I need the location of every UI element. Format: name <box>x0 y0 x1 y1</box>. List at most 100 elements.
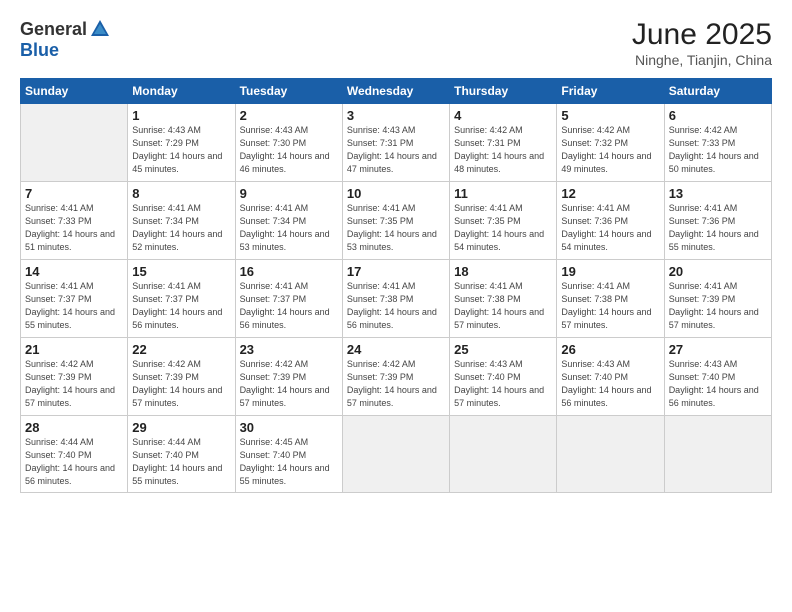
day-info: Sunrise: 4:43 AMSunset: 7:40 PMDaylight:… <box>561 358 659 410</box>
day-info: Sunrise: 4:44 AMSunset: 7:40 PMDaylight:… <box>132 436 230 488</box>
day-info: Sunrise: 4:44 AMSunset: 7:40 PMDaylight:… <box>25 436 123 488</box>
day-number: 22 <box>132 342 230 357</box>
week-row-1: 7Sunrise: 4:41 AMSunset: 7:33 PMDaylight… <box>21 182 772 260</box>
day-number: 7 <box>25 186 123 201</box>
month-year: June 2025 <box>632 18 772 52</box>
logo-icon <box>89 18 111 40</box>
week-row-0: 1Sunrise: 4:43 AMSunset: 7:29 PMDaylight… <box>21 104 772 182</box>
header-row: SundayMondayTuesdayWednesdayThursdayFrid… <box>21 79 772 104</box>
calendar-cell: 6Sunrise: 4:42 AMSunset: 7:33 PMDaylight… <box>664 104 771 182</box>
logo: General Blue <box>20 18 111 61</box>
day-number: 27 <box>669 342 767 357</box>
day-number: 1 <box>132 108 230 123</box>
calendar-cell: 26Sunrise: 4:43 AMSunset: 7:40 PMDayligh… <box>557 338 664 416</box>
day-number: 11 <box>454 186 552 201</box>
calendar-cell: 7Sunrise: 4:41 AMSunset: 7:33 PMDaylight… <box>21 182 128 260</box>
calendar-cell <box>664 416 771 493</box>
col-header-saturday: Saturday <box>664 79 771 104</box>
day-info: Sunrise: 4:43 AMSunset: 7:40 PMDaylight:… <box>669 358 767 410</box>
page: General Blue June 2025 Ninghe, Tianjin, … <box>0 0 792 612</box>
day-info: Sunrise: 4:43 AMSunset: 7:29 PMDaylight:… <box>132 124 230 176</box>
calendar-table: SundayMondayTuesdayWednesdayThursdayFrid… <box>20 78 772 493</box>
calendar-cell: 21Sunrise: 4:42 AMSunset: 7:39 PMDayligh… <box>21 338 128 416</box>
day-number: 23 <box>240 342 338 357</box>
logo-general-text: General <box>20 19 87 40</box>
day-number: 6 <box>669 108 767 123</box>
calendar-cell: 9Sunrise: 4:41 AMSunset: 7:34 PMDaylight… <box>235 182 342 260</box>
day-info: Sunrise: 4:41 AMSunset: 7:38 PMDaylight:… <box>454 280 552 332</box>
day-number: 2 <box>240 108 338 123</box>
day-number: 15 <box>132 264 230 279</box>
day-info: Sunrise: 4:41 AMSunset: 7:36 PMDaylight:… <box>669 202 767 254</box>
day-number: 14 <box>25 264 123 279</box>
day-info: Sunrise: 4:42 AMSunset: 7:39 PMDaylight:… <box>132 358 230 410</box>
week-row-2: 14Sunrise: 4:41 AMSunset: 7:37 PMDayligh… <box>21 260 772 338</box>
col-header-friday: Friday <box>557 79 664 104</box>
calendar-cell: 8Sunrise: 4:41 AMSunset: 7:34 PMDaylight… <box>128 182 235 260</box>
day-number: 26 <box>561 342 659 357</box>
col-header-thursday: Thursday <box>450 79 557 104</box>
calendar-cell: 4Sunrise: 4:42 AMSunset: 7:31 PMDaylight… <box>450 104 557 182</box>
calendar-cell <box>21 104 128 182</box>
day-info: Sunrise: 4:41 AMSunset: 7:33 PMDaylight:… <box>25 202 123 254</box>
day-info: Sunrise: 4:41 AMSunset: 7:34 PMDaylight:… <box>240 202 338 254</box>
day-info: Sunrise: 4:42 AMSunset: 7:31 PMDaylight:… <box>454 124 552 176</box>
day-number: 21 <box>25 342 123 357</box>
calendar-cell: 24Sunrise: 4:42 AMSunset: 7:39 PMDayligh… <box>342 338 449 416</box>
calendar-cell: 2Sunrise: 4:43 AMSunset: 7:30 PMDaylight… <box>235 104 342 182</box>
logo-blue-text: Blue <box>20 40 59 61</box>
calendar-cell: 19Sunrise: 4:41 AMSunset: 7:38 PMDayligh… <box>557 260 664 338</box>
day-info: Sunrise: 4:41 AMSunset: 7:34 PMDaylight:… <box>132 202 230 254</box>
day-number: 12 <box>561 186 659 201</box>
calendar-cell <box>557 416 664 493</box>
col-header-sunday: Sunday <box>21 79 128 104</box>
day-info: Sunrise: 4:41 AMSunset: 7:37 PMDaylight:… <box>240 280 338 332</box>
day-number: 8 <box>132 186 230 201</box>
day-number: 13 <box>669 186 767 201</box>
calendar-cell: 3Sunrise: 4:43 AMSunset: 7:31 PMDaylight… <box>342 104 449 182</box>
calendar-cell: 5Sunrise: 4:42 AMSunset: 7:32 PMDaylight… <box>557 104 664 182</box>
day-info: Sunrise: 4:41 AMSunset: 7:39 PMDaylight:… <box>669 280 767 332</box>
day-number: 29 <box>132 420 230 435</box>
day-number: 24 <box>347 342 445 357</box>
calendar-cell: 12Sunrise: 4:41 AMSunset: 7:36 PMDayligh… <box>557 182 664 260</box>
day-info: Sunrise: 4:41 AMSunset: 7:38 PMDaylight:… <box>561 280 659 332</box>
calendar-cell <box>342 416 449 493</box>
day-number: 25 <box>454 342 552 357</box>
calendar-cell: 20Sunrise: 4:41 AMSunset: 7:39 PMDayligh… <box>664 260 771 338</box>
calendar-cell: 22Sunrise: 4:42 AMSunset: 7:39 PMDayligh… <box>128 338 235 416</box>
calendar-cell: 11Sunrise: 4:41 AMSunset: 7:35 PMDayligh… <box>450 182 557 260</box>
day-info: Sunrise: 4:42 AMSunset: 7:33 PMDaylight:… <box>669 124 767 176</box>
day-info: Sunrise: 4:41 AMSunset: 7:37 PMDaylight:… <box>132 280 230 332</box>
col-header-tuesday: Tuesday <box>235 79 342 104</box>
day-info: Sunrise: 4:41 AMSunset: 7:35 PMDaylight:… <box>454 202 552 254</box>
day-number: 19 <box>561 264 659 279</box>
calendar-cell: 15Sunrise: 4:41 AMSunset: 7:37 PMDayligh… <box>128 260 235 338</box>
day-info: Sunrise: 4:41 AMSunset: 7:35 PMDaylight:… <box>347 202 445 254</box>
day-number: 9 <box>240 186 338 201</box>
calendar-cell: 27Sunrise: 4:43 AMSunset: 7:40 PMDayligh… <box>664 338 771 416</box>
day-info: Sunrise: 4:43 AMSunset: 7:40 PMDaylight:… <box>454 358 552 410</box>
week-row-4: 28Sunrise: 4:44 AMSunset: 7:40 PMDayligh… <box>21 416 772 493</box>
day-info: Sunrise: 4:41 AMSunset: 7:37 PMDaylight:… <box>25 280 123 332</box>
day-number: 4 <box>454 108 552 123</box>
calendar-cell: 16Sunrise: 4:41 AMSunset: 7:37 PMDayligh… <box>235 260 342 338</box>
calendar-cell: 29Sunrise: 4:44 AMSunset: 7:40 PMDayligh… <box>128 416 235 493</box>
day-info: Sunrise: 4:45 AMSunset: 7:40 PMDaylight:… <box>240 436 338 488</box>
calendar-cell: 17Sunrise: 4:41 AMSunset: 7:38 PMDayligh… <box>342 260 449 338</box>
day-number: 16 <box>240 264 338 279</box>
day-number: 20 <box>669 264 767 279</box>
day-number: 3 <box>347 108 445 123</box>
day-info: Sunrise: 4:42 AMSunset: 7:39 PMDaylight:… <box>25 358 123 410</box>
day-number: 10 <box>347 186 445 201</box>
calendar-cell <box>450 416 557 493</box>
location: Ninghe, Tianjin, China <box>632 52 772 68</box>
calendar-cell: 13Sunrise: 4:41 AMSunset: 7:36 PMDayligh… <box>664 182 771 260</box>
day-info: Sunrise: 4:41 AMSunset: 7:36 PMDaylight:… <box>561 202 659 254</box>
calendar-cell: 28Sunrise: 4:44 AMSunset: 7:40 PMDayligh… <box>21 416 128 493</box>
calendar-cell: 10Sunrise: 4:41 AMSunset: 7:35 PMDayligh… <box>342 182 449 260</box>
calendar-cell: 18Sunrise: 4:41 AMSunset: 7:38 PMDayligh… <box>450 260 557 338</box>
day-info: Sunrise: 4:42 AMSunset: 7:39 PMDaylight:… <box>347 358 445 410</box>
calendar-cell: 14Sunrise: 4:41 AMSunset: 7:37 PMDayligh… <box>21 260 128 338</box>
day-info: Sunrise: 4:42 AMSunset: 7:39 PMDaylight:… <box>240 358 338 410</box>
